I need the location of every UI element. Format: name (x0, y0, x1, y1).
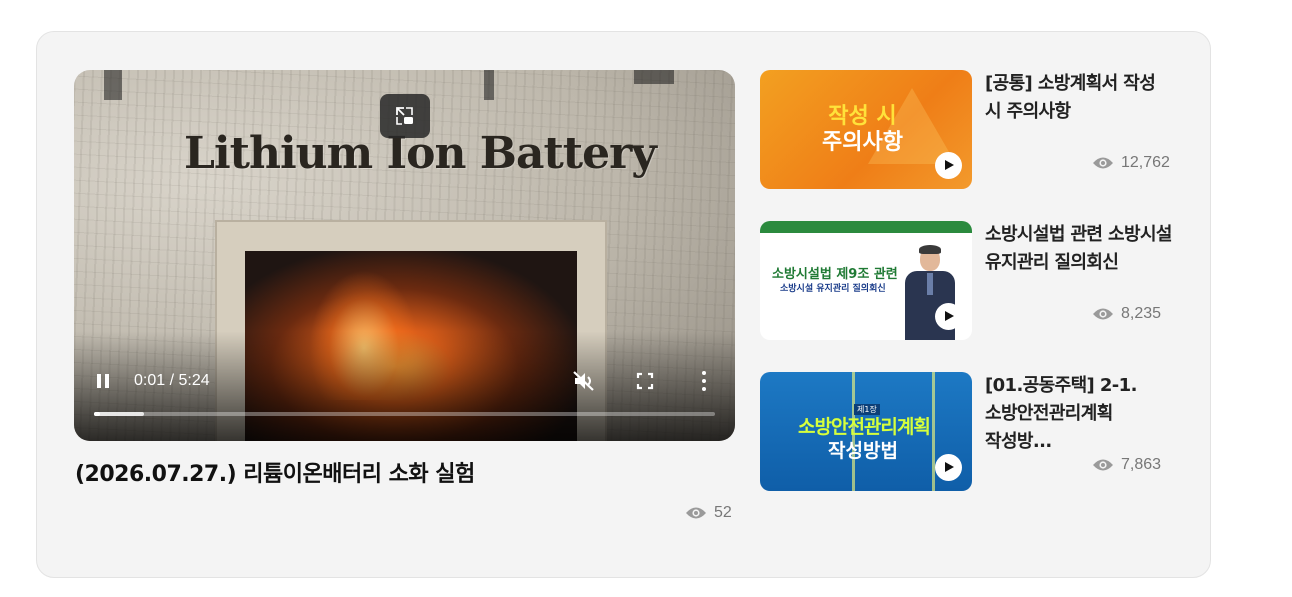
thumbnail-line-2: 작성방법 (828, 440, 898, 462)
play-icon[interactable] (935, 454, 962, 481)
time-separator: / (169, 372, 175, 389)
side-video-title[interactable]: 소방시설법 관련 소방시설 유지관리 질의회신 (985, 221, 1175, 277)
time-display: 0:01 / 5:24 (134, 372, 210, 390)
progress-buffer (94, 412, 144, 416)
eye-icon (1093, 308, 1113, 320)
view-count: 7,863 (1121, 456, 1162, 473)
side-video-title[interactable]: [01.공동주택] 2-1.소방안전관리계획 작성방... (985, 372, 1175, 456)
mute-icon (573, 371, 594, 391)
play-icon[interactable] (935, 303, 962, 330)
thumbnail-header-bar (760, 221, 972, 233)
pause-icon (97, 374, 101, 388)
side-video-item[interactable]: 소방시설법 제9조 관련 소방시설 유지관리 질의회신 소방시설법 관련 소방시… (760, 221, 1180, 341)
player-controls: 0:01 / 5:24 (74, 368, 735, 394)
thumbnail-caption: 작성 시 주의사항 (822, 104, 903, 156)
thumbnail-line-1: 소방시설법 제9조 관련 (772, 267, 898, 282)
presenter-hair (919, 245, 941, 254)
thumbnail-line-1: 소방안전관리계획 (798, 416, 931, 438)
thumbnail-line-1: 작성 시 (828, 104, 897, 129)
thumbnail-line-2: 주의사항 (822, 130, 903, 155)
main-video-views: 52 (685, 504, 732, 522)
eye-icon (1093, 459, 1113, 471)
mute-button[interactable] (572, 370, 596, 396)
progress-played (94, 412, 101, 416)
fullscreen-button[interactable] (636, 372, 654, 394)
pause-icon (105, 374, 109, 388)
view-count: 8,235 (1121, 305, 1162, 322)
side-video-item[interactable]: 작성 시 주의사항 [공통] 소방계획서 작성 시 주의사항 12,762 (760, 70, 1180, 190)
side-video-item[interactable]: 제1장 소방안전관리계획 작성방법 [01.공동주택] 2-1.소방안전관리계획… (760, 372, 1180, 492)
more-options-button[interactable] (700, 371, 708, 391)
video-thumbnail[interactable]: 소방시설법 제9조 관련 소방시설 유지관리 질의회신 (760, 221, 972, 340)
main-video-player[interactable]: Lithium Ion Battery 0:01 / 5:24 (74, 70, 735, 441)
eye-icon (686, 507, 706, 519)
side-video-views: 8,235 (1092, 305, 1161, 323)
pip-icon (396, 107, 413, 125)
view-count: 52 (714, 504, 732, 521)
more-vert-icon (702, 371, 706, 375)
progress-bar[interactable] (94, 412, 715, 416)
video-thumbnail[interactable]: 제1장 소방안전관리계획 작성방법 (760, 372, 972, 491)
video-thumbnail[interactable]: 작성 시 주의사항 (760, 70, 972, 189)
video-frame-mark (634, 70, 674, 84)
play-icon[interactable] (935, 152, 962, 179)
video-frame-mark (104, 70, 122, 100)
main-video-title[interactable]: (2026.07.27.) 리튬이온배터리 소화 실험 (75, 456, 475, 488)
time-total: 5:24 (178, 372, 210, 389)
side-video-title[interactable]: [공통] 소방계획서 작성 시 주의사항 (985, 70, 1175, 126)
thumbnail-light-line (932, 372, 935, 491)
eye-icon (1093, 157, 1113, 169)
side-video-views: 12,762 (1092, 154, 1170, 172)
side-video-views: 7,863 (1092, 456, 1161, 474)
thumbnail-line-2: 소방시설 유지관리 질의회신 (780, 284, 886, 294)
presenter-tie (927, 273, 933, 295)
pip-button[interactable] (380, 94, 430, 138)
pause-button[interactable] (96, 374, 110, 388)
view-count: 12,762 (1121, 154, 1170, 171)
fullscreen-icon (636, 372, 654, 390)
video-frame-mark (484, 70, 494, 100)
more-vert-icon (702, 379, 706, 383)
time-current: 0:01 (134, 372, 166, 389)
more-vert-icon (702, 387, 706, 391)
